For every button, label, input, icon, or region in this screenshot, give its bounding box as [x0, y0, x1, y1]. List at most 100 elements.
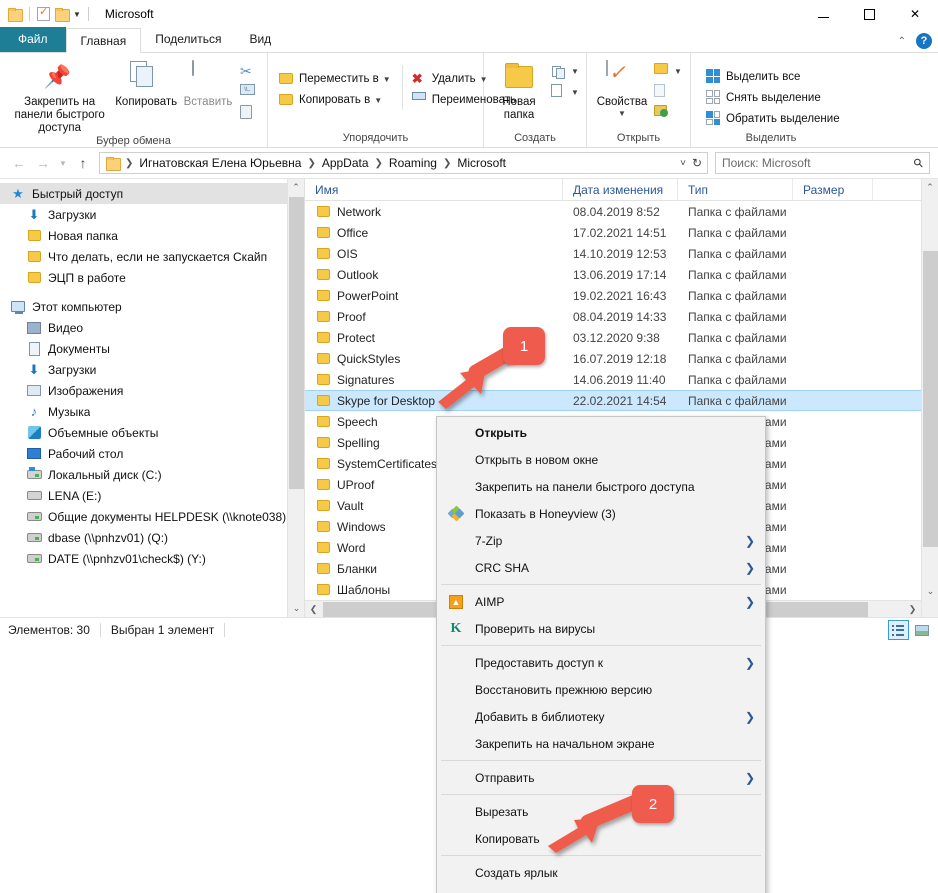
edit-button[interactable]: [651, 82, 687, 102]
easy-access-button[interactable]: ▼: [548, 82, 584, 102]
chevron-down-icon[interactable]: ▼: [73, 10, 81, 19]
properties-icon[interactable]: [37, 7, 50, 21]
menu-item-2[interactable]: Закрепить на панели быстрого доступа: [437, 473, 765, 500]
menu-item-4[interactable]: 7-Zip❯: [437, 527, 765, 554]
column-header-type[interactable]: Тип: [678, 179, 793, 201]
sidebar-item-1[interactable]: ⬇Загрузки: [0, 204, 304, 225]
search-input[interactable]: Поиск: Microsoft: [722, 156, 914, 170]
search-box[interactable]: Поиск: Microsoft ⚲: [715, 152, 930, 174]
menu-item-12[interactable]: Добавить в библиотеку❯: [437, 703, 765, 730]
table-row[interactable]: Skype for Desktop22.02.2021 14:54Папка с…: [305, 390, 938, 411]
scroll-left-icon[interactable]: ❮: [305, 601, 322, 617]
column-header-size[interactable]: Размер: [793, 179, 873, 201]
scroll-right-icon[interactable]: ❯: [904, 601, 921, 617]
paste-shortcut-button[interactable]: [237, 103, 261, 123]
copy-to-button[interactable]: Копировать в ▼: [276, 90, 396, 110]
tab-view[interactable]: Вид: [235, 27, 285, 52]
sidebar-item-11[interactable]: Объемные объекты: [0, 422, 304, 443]
filelist-vertical-scrollbar[interactable]: ⌃ ⌄: [921, 179, 938, 617]
close-button[interactable]: ✕: [892, 0, 938, 28]
forward-button[interactable]: →: [32, 152, 54, 174]
scroll-up-icon[interactable]: ⌃: [922, 179, 938, 196]
menu-item-13[interactable]: Закрепить на начальном экране: [437, 730, 765, 757]
pin-to-quick-access-button[interactable]: 📌 Закрепить на панели быстрого доступа: [6, 57, 113, 135]
menu-item-1[interactable]: Открыть в новом окне: [437, 446, 765, 473]
menu-item-18[interactable]: Копировать: [437, 825, 765, 852]
sidebar-item-3[interactable]: Что делать, если не запускается Скайп: [0, 246, 304, 267]
menu-item-21[interactable]: Удалить: [437, 886, 765, 893]
menu-item-8[interactable]: KПроверить на вирусы: [437, 615, 765, 642]
sidebar-item-12[interactable]: Рабочий стол: [0, 443, 304, 464]
menu-item-0[interactable]: Открыть: [437, 419, 765, 446]
copy-button[interactable]: Копировать: [113, 57, 179, 109]
sidebar-item-0[interactable]: ★Быстрый доступ: [0, 183, 304, 204]
chevron-down-icon[interactable]: ▼: [571, 67, 579, 76]
sidebar-item-10[interactable]: ♪Музыка: [0, 401, 304, 422]
up-button[interactable]: ↑: [72, 152, 94, 174]
menu-item-3[interactable]: Показать в Honeyview (3): [437, 500, 765, 527]
details-view-button[interactable]: [888, 620, 909, 640]
menu-item-20[interactable]: Создать ярлык: [437, 859, 765, 886]
back-button[interactable]: ←: [8, 152, 30, 174]
column-header-date[interactable]: Дата изменения: [563, 179, 678, 201]
table-row[interactable]: Network08.04.2019 8:52Папка с файлами: [305, 201, 938, 222]
menu-item-15[interactable]: Отправить❯: [437, 764, 765, 791]
copy-path-button[interactable]: \\..: [237, 82, 261, 102]
menu-item-7[interactable]: ▲AIMP❯: [437, 588, 765, 615]
sidebar-item-9[interactable]: Изображения: [0, 380, 304, 401]
properties-button[interactable]: ✓ Свойства ▼: [593, 57, 651, 118]
chevron-down-icon[interactable]: ▼: [374, 96, 382, 105]
sidebar-item-6[interactable]: Видео: [0, 317, 304, 338]
sidebar-item-13[interactable]: Локальный диск (C:): [0, 464, 304, 485]
breadcrumb-item-appdata[interactable]: AppData: [319, 153, 372, 173]
chevron-down-icon[interactable]: ▼: [571, 88, 579, 97]
new-folder-icon[interactable]: [55, 8, 69, 20]
table-row[interactable]: Protect03.12.2020 9:38Папка с файлами: [305, 327, 938, 348]
table-row[interactable]: Outlook13.06.2019 17:14Папка с файлами: [305, 264, 938, 285]
tab-share[interactable]: Поделиться: [141, 27, 235, 52]
table-row[interactable]: Proof08.04.2019 14:33Папка с файлами: [305, 306, 938, 327]
sidebar-item-14[interactable]: LENA (E:): [0, 485, 304, 506]
table-row[interactable]: QuickStyles16.07.2019 12:18Папка с файла…: [305, 348, 938, 369]
scroll-down-icon[interactable]: ⌄: [288, 600, 305, 617]
history-button[interactable]: [651, 103, 687, 123]
refresh-icon[interactable]: ↻: [692, 156, 702, 170]
table-row[interactable]: Office17.02.2021 14:51Папка с файлами: [305, 222, 938, 243]
menu-item-10[interactable]: Предоставить доступ к❯: [437, 649, 765, 676]
select-none-button[interactable]: Снять выделение: [703, 88, 845, 108]
select-all-button[interactable]: Выделить все: [703, 67, 845, 87]
scrollbar-thumb[interactable]: [289, 197, 304, 489]
open-button[interactable]: ▼: [651, 61, 687, 81]
scroll-up-icon[interactable]: ⌃: [288, 179, 304, 196]
new-item-button[interactable]: ▼: [548, 61, 584, 81]
menu-item-17[interactable]: Вырезать: [437, 798, 765, 825]
new-folder-button[interactable]: Новая папка: [490, 57, 548, 122]
sidebar-item-17[interactable]: DATE (\\pnhzv01\check$) (Y:): [0, 548, 304, 569]
chevron-down-icon[interactable]: ▼: [383, 75, 391, 84]
tab-home[interactable]: Главная: [66, 28, 142, 53]
tab-file[interactable]: Файл: [0, 27, 66, 52]
minimize-button[interactable]: [800, 0, 846, 28]
paste-button[interactable]: Вставить: [179, 57, 237, 109]
chevron-up-icon[interactable]: ⌃: [898, 36, 906, 47]
scroll-down-icon[interactable]: ⌄: [922, 583, 938, 600]
cut-button[interactable]: ✂: [237, 61, 261, 81]
sidebar-item-15[interactable]: Общие документы HELPDESK (\\knote038) (H: [0, 506, 304, 527]
recent-locations-button[interactable]: ▼: [56, 152, 70, 174]
sidebar-item-4[interactable]: ЭЦП в работе: [0, 267, 304, 288]
scrollbar-thumb[interactable]: [923, 251, 938, 547]
invert-selection-button[interactable]: Обратить выделение: [703, 109, 845, 129]
sidebar-scrollbar[interactable]: ⌃ ⌄: [287, 179, 304, 617]
address-bar[interactable]: ❯ Игнатовская Елена Юрьевна ❯ AppData ❯ …: [99, 152, 708, 174]
chevron-down-icon[interactable]: ▼: [618, 109, 626, 118]
table-row[interactable]: OIS14.10.2019 12:53Папка с файлами: [305, 243, 938, 264]
move-to-button[interactable]: Переместить в ▼: [276, 69, 396, 89]
breadcrumb-item-user[interactable]: Игнатовская Елена Юрьевна: [136, 153, 304, 173]
table-row[interactable]: Signatures14.06.2019 11:40Папка с файлам…: [305, 369, 938, 390]
menu-item-5[interactable]: CRC SHA❯: [437, 554, 765, 581]
breadcrumb-item-roaming[interactable]: Roaming: [386, 153, 440, 173]
chevron-down-icon[interactable]: ▼: [674, 67, 682, 76]
maximize-button[interactable]: [846, 0, 892, 28]
sidebar-item-7[interactable]: Документы: [0, 338, 304, 359]
help-icon[interactable]: ?: [916, 33, 932, 49]
